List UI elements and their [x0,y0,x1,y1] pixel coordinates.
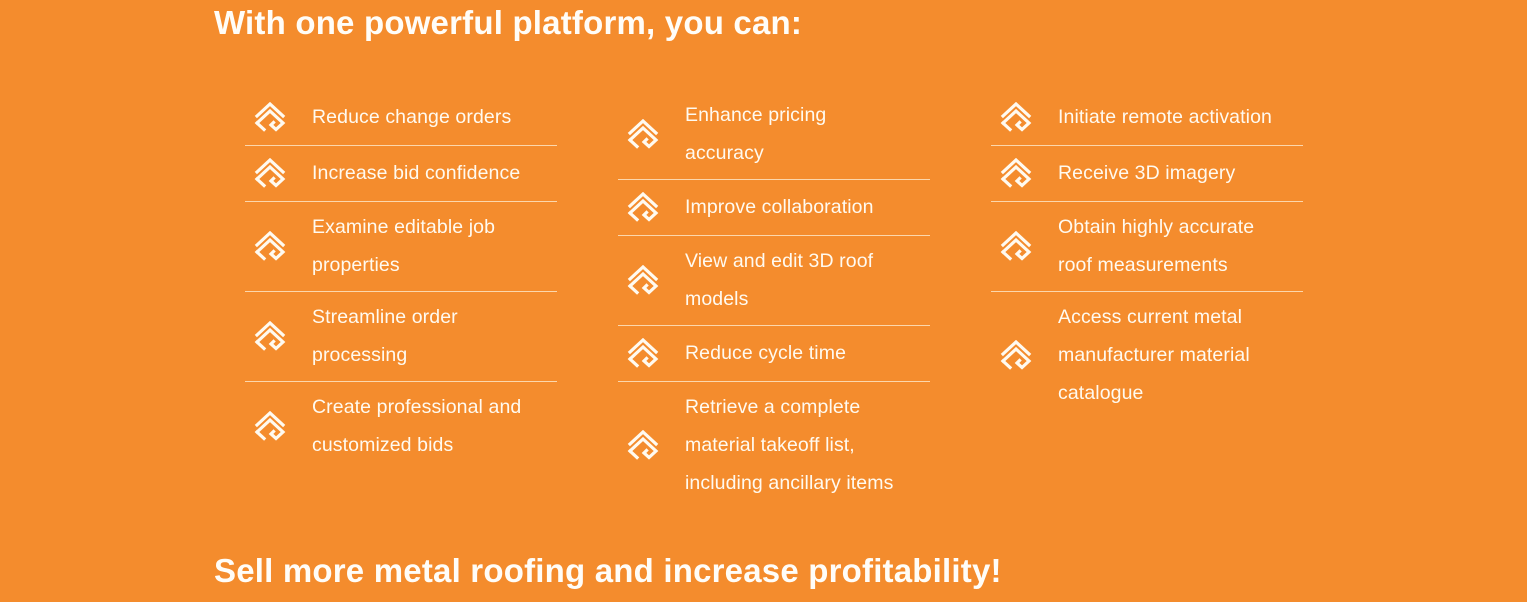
feature-label: Create professional and customized bids [312,396,522,456]
feature-label: Increase bid confidence [312,162,521,184]
feature-item: Create professional and customized bids [245,382,557,471]
roof-chevron-icon [254,231,286,261]
feature-label: View and edit 3D roof models [685,250,874,310]
roof-chevron-icon [1000,340,1032,370]
feature-label: Receive 3D imagery [1058,162,1236,184]
feature-label: Obtain highly accurate roof measurements [1058,216,1255,276]
roof-chevron-icon [254,158,286,188]
feature-label: Examine editable job properties [312,216,496,276]
feature-label: Access current metal manufacturer materi… [1058,306,1250,404]
feature-item: View and edit 3D roof models [618,236,930,326]
feature-label: Streamline order processing [312,306,458,366]
feature-label: Improve collaboration [685,196,874,218]
roof-chevron-icon [627,338,659,368]
feature-item: Receive 3D imagery [991,146,1303,202]
feature-item: Access current metal manufacturer materi… [991,292,1303,419]
roof-chevron-icon [627,192,659,222]
feature-column-2: Enhance pricing accuracy Improve collabo… [618,90,930,509]
feature-item: Initiate remote activation [991,90,1303,146]
roof-chevron-icon [254,102,286,132]
feature-label: Reduce change orders [312,106,512,128]
feature-label: Initiate remote activation [1058,106,1272,128]
feature-label: Reduce cycle time [685,342,847,364]
feature-item: Obtain highly accurate roof measurements [991,202,1303,292]
feature-label: Enhance pricing accuracy [685,104,827,164]
feature-item: Retrieve a complete material takeoff lis… [618,382,930,509]
feature-item: Increase bid confidence [245,146,557,202]
feature-column-1: Reduce change orders Increase bid confid… [245,90,557,471]
section-heading: With one powerful platform, you can: [214,4,803,41]
feature-item: Reduce cycle time [618,326,930,382]
roof-chevron-icon [1000,102,1032,132]
feature-label: Retrieve a complete material takeoff lis… [685,396,894,494]
roof-chevron-icon [254,321,286,351]
feature-item: Enhance pricing accuracy [618,90,930,180]
feature-item: Streamline order processing [245,292,557,382]
feature-item: Examine editable job properties [245,202,557,292]
feature-item: Improve collaboration [618,180,930,236]
roof-chevron-icon [1000,231,1032,261]
closing-heading: Sell more metal roofing and increase pro… [214,552,1002,589]
roof-chevron-icon [627,119,659,149]
feature-column-3: Initiate remote activation Receive 3D im… [991,90,1303,419]
roof-chevron-icon [1000,158,1032,188]
feature-item: Reduce change orders [245,90,557,146]
roof-chevron-icon [627,430,659,460]
roof-chevron-icon [627,265,659,295]
roof-chevron-icon [254,411,286,441]
